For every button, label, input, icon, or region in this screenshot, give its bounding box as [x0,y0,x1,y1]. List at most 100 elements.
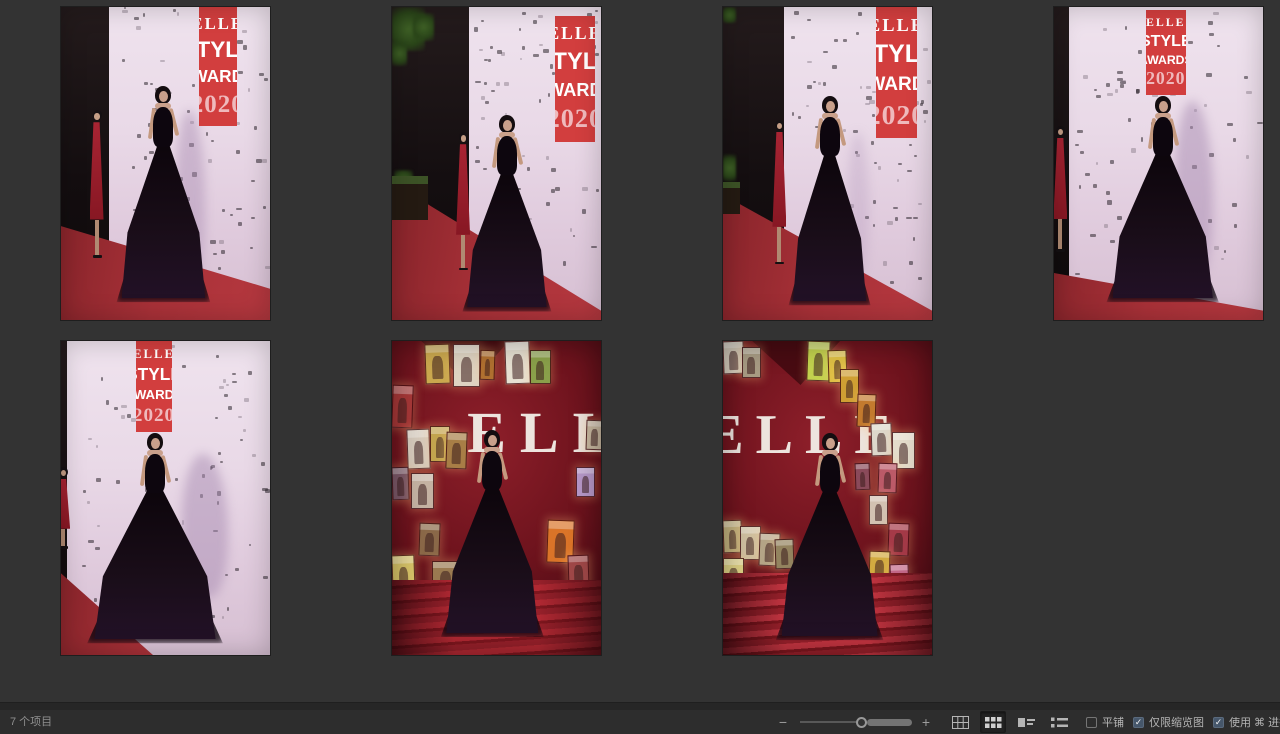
banner-text-line3: AWARDS [136,388,172,401]
sponsor-logo-mark [242,30,247,32]
sponsor-logo-mark [1077,130,1083,133]
photo-thumbnail-7[interactable]: ELLE [723,341,932,655]
sponsor-logo-mark [595,21,598,24]
sponsor-logo-mark [236,150,240,154]
magazine-cover [871,422,893,456]
planter-box [723,182,740,213]
sponsor-logo-mark [254,126,258,130]
cover-figure [554,533,566,558]
photo-thumbnail-4[interactable]: ELLESTYLEAWARDS2020 [1054,7,1263,320]
cover-figure [397,477,404,496]
thumbnails-only-checkbox[interactable]: ✓ [1133,717,1144,728]
sponsor-logo-mark [923,110,928,114]
use-cmd-rating-checkbox[interactable]: ✓ [1213,717,1224,728]
use-cmd-rating-label: 使用 ⌘ 进行标记和 [1229,714,1280,730]
sponsor-logo-mark [563,261,566,265]
zoom-in-button[interactable]: + [920,715,932,729]
photo-thumbnail-3[interactable]: ELLESTYLEAWARDS2020 [723,7,932,320]
thumbnail-view-button[interactable] [980,711,1006,733]
cover-figure [746,537,754,556]
photo-thumbnail-1[interactable]: ELLESTYLEAWARDS2020 [61,7,270,320]
cover-figure [413,441,423,464]
sponsor-logo-mark [474,27,477,31]
cover-figure [536,361,544,380]
thumbnails-only-label: 仅限缩览图 [1149,714,1204,730]
sponsor-logo-mark [1093,184,1096,187]
cover-figure [512,354,523,379]
list-view-button[interactable] [1046,711,1072,733]
magazine-cover [740,526,761,559]
sponsor-logo-mark [485,101,490,104]
sponsor-logo-mark [843,129,845,131]
banner-text-line4: 2020 [555,106,595,132]
cover-figure [461,357,472,381]
photo-thumbnail-5[interactable]: ELLESTYLEAWARDS2020 [61,341,270,655]
sponsor-logo-mark [232,373,235,376]
sponsor-logo-mark [121,415,125,419]
slider-knob[interactable] [856,717,867,728]
sponsor-logo-mark [927,80,930,84]
sponsor-logo-mark [1208,21,1214,25]
sponsor-logo-mark [1096,95,1101,98]
banner-text-line4: 2020 [876,101,918,129]
banner-text-line2: STYLE [555,50,595,74]
magazine-cover [530,350,551,383]
thumbnail-size-slider[interactable] [800,717,912,728]
banner-text-line2: STYLE [1146,33,1186,49]
option-use-cmd-rating[interactable]: ✓ 使用 ⌘ 进行标记和 [1213,714,1280,730]
sponsor-logo-mark [570,228,572,232]
banner-text-line2: STYLE [136,366,172,383]
cover-figure [862,405,870,424]
sponsor-logo-mark [256,159,262,163]
sponsor-logo-mark [88,438,92,441]
sponsor-logo-mark [538,15,543,18]
grid-view-button[interactable] [947,711,973,733]
sponsor-logo-mark [137,134,141,137]
magazine-cover [392,385,414,429]
sponsor-logo-mark [1141,137,1143,141]
sponsor-logo-mark [1234,224,1237,228]
sponsor-logo-mark [251,180,255,182]
sponsor-logo-mark [1136,89,1139,93]
elle-awards-banner: ELLESTYLEAWARDS2020 [876,7,918,138]
sponsor-logo-mark [481,96,485,99]
red-lady-shoes [1056,249,1065,252]
banner-text-line3: AWARDS [876,75,918,94]
photo-thumbnail-2[interactable]: ELLESTYLEAWARDS2020 [392,7,601,320]
photo-thumbnail-6[interactable]: ELLE [392,341,601,655]
slider-track-left[interactable] [800,721,856,723]
sponsor-logo-mark [475,160,480,163]
subject-face [1159,101,1168,112]
planter-box [392,176,428,220]
magazine-cover [775,538,795,569]
sponsor-logo-mark [219,240,224,244]
cover-figure [764,543,773,562]
sponsor-logo-mark [596,189,598,192]
sponsor-logo-mark [522,12,526,15]
sponsor-logo-mark [1221,258,1225,260]
option-tile[interactable]: 平铺 [1086,714,1124,730]
sponsor-logo-mark [898,163,902,166]
tile-checkbox[interactable] [1086,717,1097,728]
slider-track-right[interactable] [867,719,912,726]
sponsor-logo-mark [484,82,487,85]
magazine-cover [869,495,888,525]
sponsor-logo-mark [87,501,90,504]
magazine-cover [877,463,897,494]
sponsor-logo-mark [1188,41,1193,45]
cover-figure [433,356,444,379]
zoom-out-button[interactable]: − [777,715,789,729]
sponsor-logo-mark [106,400,109,404]
banner-text-line3: AWARDS [1146,54,1186,66]
sponsor-logo-mark [918,277,921,280]
details-view-button[interactable] [1013,711,1039,733]
sponsor-logo-mark [97,525,101,527]
foliage [392,41,407,66]
sponsor-logo-mark [866,96,872,99]
sponsor-logo-mark [143,13,145,17]
magazine-cover [392,466,409,500]
sponsor-logo-mark [221,250,225,253]
foliage [723,154,736,182]
option-thumbnails-only[interactable]: ✓ 仅限缩览图 [1133,714,1204,730]
banner-text-line1: ELLE [1146,17,1186,29]
